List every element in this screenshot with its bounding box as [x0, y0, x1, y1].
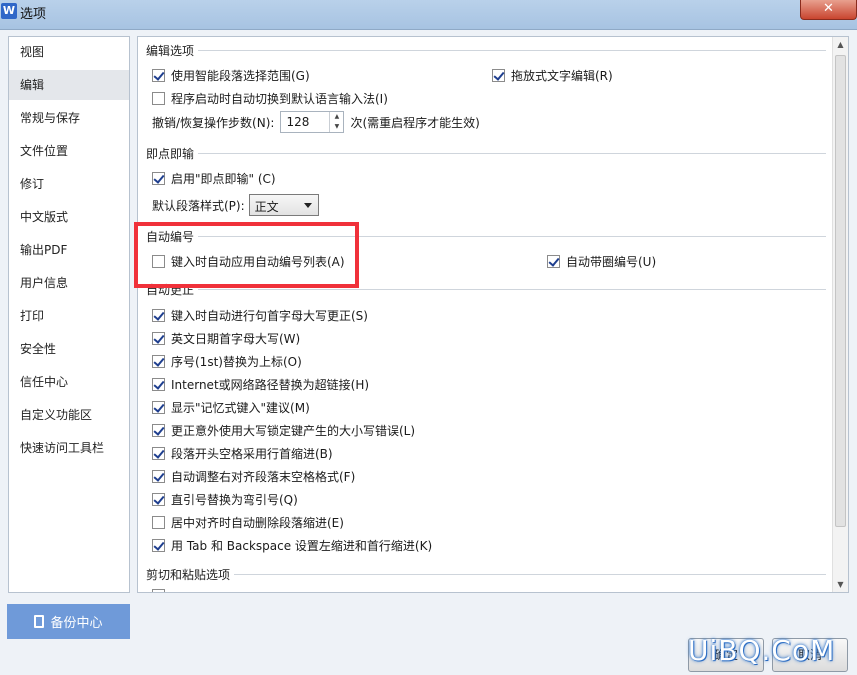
cut-paste-option-partial[interactable] [152, 589, 171, 592]
section-title-edit: 编辑选项 [146, 42, 199, 59]
autocorrect-label: 居中对齐时自动删除段落缩进(E) [171, 516, 344, 530]
default-style-select[interactable]: 正文 [248, 194, 319, 216]
options-sidebar: 视图 编辑 常规与保存 文件位置 修订 中文版式 输出PDF 用户信息 打印 安… [8, 36, 130, 593]
smart-paragraph-option[interactable]: 使用智能段落选择范围(G) [152, 67, 310, 84]
autocorrect-label: 更正意外使用大写锁定键产生的大小写错误(L) [171, 424, 416, 438]
default-style-value: 正文 [254, 200, 279, 214]
sidebar-item-general-save[interactable]: 常规与保存 [9, 103, 129, 133]
autocorrect-label: 自动调整右对齐段落末空格格式(F) [171, 470, 356, 484]
autocorrect-label: 序号(1st)替换为上标(O) [171, 355, 302, 369]
autocorrect-label: 英文日期首字母大写(W) [171, 332, 301, 346]
autocorrect-option[interactable]: 段落开头空格采用行首缩进(B) [152, 445, 333, 462]
chevron-down-icon [303, 203, 312, 208]
sidebar-item-quick-access-toolbar[interactable]: 快速访问工具栏 [9, 433, 129, 463]
sidebar-item-edit[interactable]: 编辑 [9, 70, 129, 100]
autocorrect-checkbox[interactable] [152, 332, 165, 345]
window-title: 选项 [20, 7, 47, 22]
autocorrect-checkbox[interactable] [152, 447, 165, 460]
drag-text-label: 拖放式文字编辑(R) [511, 69, 613, 83]
sidebar-item-export-pdf[interactable]: 输出PDF [9, 235, 129, 265]
autocorrect-checkbox[interactable] [152, 493, 165, 506]
auto-ime-option[interactable]: 程序启动时自动切换到默认语言输入法(I) [152, 90, 388, 107]
undo-steps-row: 撤销/恢复操作步数(N): 128 ▲ ▼ 次(需重启程序才能生效) [152, 111, 480, 133]
autocorrect-label: Internet或网络路径替换为超链接(H) [171, 378, 370, 392]
sidebar-item-trust-center[interactable]: 信任中心 [9, 367, 129, 397]
autocorrect-option[interactable]: 更正意外使用大写锁定键产生的大小写错误(L) [152, 422, 415, 439]
autocorrect-option[interactable]: 居中对齐时自动删除段落缩进(E) [152, 514, 344, 531]
site-watermark: UiBQ.CoM [688, 634, 836, 667]
auto-ime-checkbox[interactable] [152, 92, 165, 105]
auto-ime-label: 程序启动时自动切换到默认语言输入法(I) [171, 92, 388, 106]
close-button[interactable]: ✕ [800, 0, 857, 20]
circle-number-label: 自动带圈编号(U) [566, 255, 657, 269]
sidebar-item-view[interactable]: 视图 [9, 37, 129, 67]
autocorrect-checkbox[interactable] [152, 378, 165, 391]
smart-paragraph-label: 使用智能段落选择范围(G) [171, 69, 310, 83]
sidebar-item-revision[interactable]: 修订 [9, 169, 129, 199]
autocorrect-option[interactable]: 英文日期首字母大写(W) [152, 330, 300, 347]
autocorrect-checkbox[interactable] [152, 539, 165, 552]
autocorrect-checkbox[interactable] [152, 401, 165, 414]
stepper-arrows-icon[interactable]: ▲ ▼ [329, 112, 343, 132]
click-type-enable-checkbox[interactable] [152, 172, 165, 185]
autocorrect-option[interactable]: 直引号替换为弯引号(Q) [152, 491, 298, 508]
backup-center-button[interactable]: 备份中心 [7, 604, 130, 639]
scroll-down-icon[interactable]: ▼ [833, 577, 848, 592]
sidebar-item-user-info[interactable]: 用户信息 [9, 268, 129, 298]
autocorrect-checkbox[interactable] [152, 516, 165, 529]
section-divider [146, 574, 826, 575]
autocorrect-option[interactable]: 显示"记忆式键入"建议(M) [152, 399, 310, 416]
click-type-enable-option[interactable]: 启用"即点即输" (C) [152, 170, 276, 187]
undo-steps-stepper[interactable]: 128 ▲ ▼ [280, 111, 345, 133]
sidebar-item-security[interactable]: 安全性 [9, 334, 129, 364]
autocorrect-option[interactable]: 键入时自动进行句首字母大写更正(S) [152, 307, 368, 324]
autocorrect-checkbox[interactable] [152, 424, 165, 437]
section-divider [146, 153, 826, 154]
scroll-up-icon[interactable]: ▲ [833, 37, 848, 52]
drag-text-option[interactable]: 拖放式文字编辑(R) [492, 67, 613, 84]
section-divider [146, 289, 826, 290]
autocorrect-option[interactable]: 自动调整右对齐段落末空格格式(F) [152, 468, 355, 485]
circle-number-checkbox[interactable] [547, 255, 560, 268]
autocorrect-label: 键入时自动进行句首字母大写更正(S) [171, 309, 368, 323]
autocorrect-checkbox[interactable] [152, 309, 165, 322]
sidebar-item-chinese-layout[interactable]: 中文版式 [9, 202, 129, 232]
section-title-click-type: 即点即输 [146, 145, 199, 162]
vertical-scrollbar[interactable]: ▲ ▼ [832, 37, 848, 592]
edit-options-panel: 编辑选项 使用智能段落选择范围(G) 拖放式文字编辑(R) 程序启动时自动切换到… [137, 36, 849, 593]
undo-steps-suffix: 次(需重启程序才能生效) [350, 115, 480, 130]
default-style-label: 默认段落样式(P): [152, 198, 245, 213]
autocorrect-label: 显示"记忆式键入"建议(M) [171, 401, 310, 415]
circle-number-option[interactable]: 自动带圈编号(U) [547, 253, 656, 270]
sidebar-item-file-location[interactable]: 文件位置 [9, 136, 129, 166]
autocorrect-checkbox[interactable] [152, 470, 165, 483]
undo-steps-value[interactable]: 128 [286, 115, 309, 129]
autocorrect-label: 用 Tab 和 Backspace 设置左缩进和首行缩进(K) [171, 539, 433, 553]
section-title-cut-paste: 剪切和粘贴选项 [146, 566, 235, 583]
autocorrect-checkbox[interactable] [152, 355, 165, 368]
cut-paste-checkbox[interactable] [152, 589, 165, 592]
autocorrect-option[interactable]: 用 Tab 和 Backspace 设置左缩进和首行缩进(K) [152, 537, 432, 554]
section-divider [146, 50, 826, 51]
autocorrect-option[interactable]: Internet或网络路径替换为超链接(H) [152, 376, 369, 393]
sidebar-item-customize-ribbon[interactable]: 自定义功能区 [9, 400, 129, 430]
autocorrect-label: 段落开头空格采用行首缩进(B) [171, 447, 333, 461]
scroll-thumb[interactable] [835, 55, 846, 527]
smart-paragraph-checkbox[interactable] [152, 69, 165, 82]
document-icon [34, 615, 45, 628]
undo-steps-label: 撤销/恢复操作步数(N): [152, 115, 275, 130]
autocorrect-label: 直引号替换为弯引号(Q) [171, 493, 298, 507]
wps-app-icon: W [1, 3, 17, 19]
autocorrect-option[interactable]: 序号(1st)替换为上标(O) [152, 353, 302, 370]
default-style-row: 默认段落样式(P): 正文 [152, 194, 319, 216]
backup-center-label: 备份中心 [50, 616, 103, 631]
sidebar-item-print[interactable]: 打印 [9, 301, 129, 331]
drag-text-checkbox[interactable] [492, 69, 505, 82]
click-type-enable-label: 启用"即点即输" (C) [171, 172, 276, 186]
highlight-annotation [134, 222, 359, 288]
title-bar: W 选项 ✕ [0, 0, 857, 30]
